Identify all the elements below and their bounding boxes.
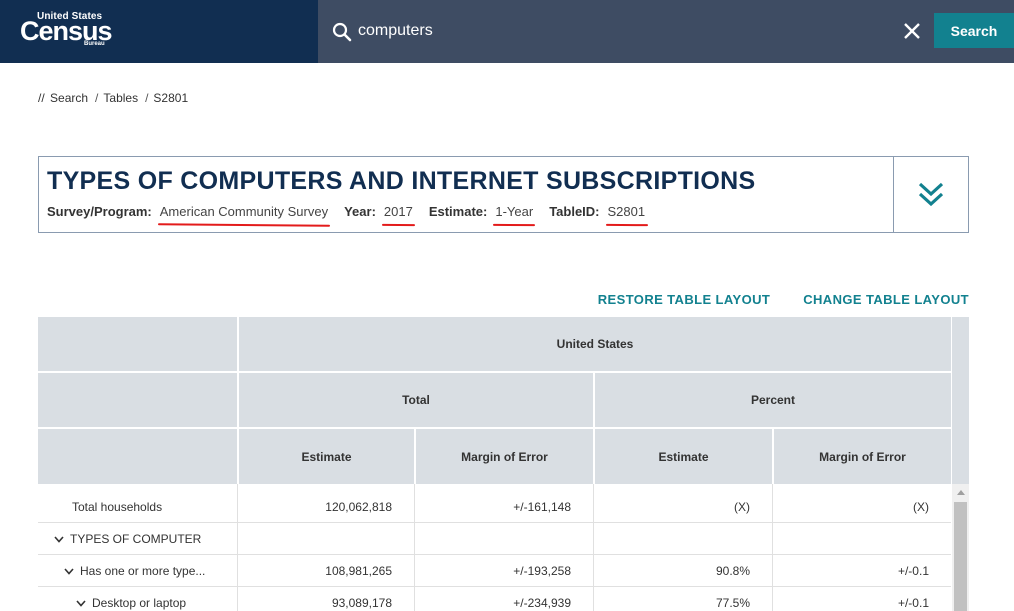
row-label-group[interactable]: Desktop or laptop — [76, 587, 186, 611]
year-label: Year: — [344, 204, 376, 219]
cell-percent-estimate: 77.5% — [715, 596, 750, 610]
breadcrumb-tables[interactable]: Tables — [103, 91, 138, 105]
change-table-layout-link[interactable]: CHANGE TABLE LAYOUT — [803, 292, 969, 307]
restore-table-layout-link[interactable]: RESTORE TABLE LAYOUT — [598, 292, 770, 307]
sub-header-total-moe[interactable]: Margin of Error — [416, 429, 593, 484]
sub-header-total-estimate[interactable]: Estimate — [239, 429, 414, 484]
cell-percent-estimate: 90.8% — [715, 564, 750, 578]
logo-bureau-text: Bureau — [84, 41, 105, 47]
cell-percent-moe: (X) — [913, 500, 929, 514]
row-label: TYPES OF COMPUTER — [70, 532, 202, 546]
table-scrollbar[interactable] — [952, 484, 969, 611]
geo-header-united-states[interactable]: United States — [239, 317, 951, 371]
double-chevron-down-icon — [918, 182, 944, 207]
survey-label: Survey/Program: — [47, 204, 152, 219]
scrollbar-thumb[interactable] — [954, 502, 967, 611]
search-input[interactable] — [358, 18, 878, 44]
estimate-label: Estimate: — [428, 204, 488, 219]
breadcrumb-table-id: S2801 — [153, 91, 189, 105]
cell-total-estimate: 108,981,265 — [325, 564, 392, 578]
table-row: TYPES OF COMPUTER — [38, 523, 951, 555]
table-metadata: Survey/Program: American Community Surve… — [47, 204, 661, 219]
row-label: Total households — [72, 500, 163, 514]
cell-percent-estimate: (X) — [734, 500, 750, 514]
cell-total-moe: +/-193,258 — [513, 564, 571, 578]
search-bar: Search — [318, 0, 1014, 63]
estimate-value: 1-Year — [495, 204, 534, 219]
tableid-value: S2801 — [607, 204, 646, 219]
survey-value: American Community Survey — [159, 204, 329, 219]
table-row: Total households 120,062,818 +/-161,148 … — [38, 491, 951, 523]
row-label-group[interactable]: Has one or more type... — [64, 555, 205, 587]
close-icon[interactable] — [902, 21, 922, 41]
breadcrumb-root: // — [38, 91, 45, 105]
chevron-down-icon[interactable] — [64, 567, 74, 575]
chevron-down-icon[interactable] — [54, 535, 64, 543]
row-label: Desktop or laptop — [92, 596, 187, 610]
breadcrumb-search[interactable]: Search — [50, 91, 88, 105]
cell-total-estimate: 120,062,818 — [325, 500, 392, 514]
cell-total-moe: +/-161,148 — [513, 500, 571, 514]
site-header: United States Census Bureau Search — [0, 0, 1014, 63]
cell-percent-moe: +/-0.1 — [897, 596, 929, 610]
table-title-card: TYPES OF COMPUTERS AND INTERNET SUBSCRIP… — [38, 156, 969, 233]
cell-total-estimate: 93,089,178 — [331, 596, 392, 610]
page-title: TYPES OF COMPUTERS AND INTERNET SUBSCRIP… — [47, 167, 756, 195]
group-header-percent[interactable]: Percent — [595, 373, 951, 427]
tableid-label: TableID: — [549, 204, 600, 219]
cell-percent-moe: +/-0.1 — [897, 564, 929, 578]
sub-header-percent-moe[interactable]: Margin of Error — [774, 429, 951, 484]
group-header-total[interactable]: Total — [239, 373, 593, 427]
cell-total-moe: +/-234,939 — [513, 596, 571, 610]
breadcrumb: // Search / Tables / S2801 — [38, 91, 189, 105]
year-value: 2017 — [383, 204, 413, 219]
data-table: United States Total Percent Estimate Mar… — [38, 317, 969, 611]
search-icon — [332, 22, 352, 42]
sub-header-percent-estimate[interactable]: Estimate — [595, 429, 772, 484]
scroll-up-arrow-icon[interactable] — [952, 484, 969, 500]
row-label: Has one or more type... — [80, 564, 206, 578]
search-button[interactable]: Search — [934, 13, 1014, 48]
table-row: Desktop or laptop 93,089,178 +/-234,939 … — [38, 587, 951, 611]
expand-details-button[interactable] — [893, 157, 968, 232]
table-row: Has one or more type... 108,981,265 +/-1… — [38, 555, 951, 587]
table-layout-links: RESTORE TABLE LAYOUT CHANGE TABLE LAYOUT — [598, 292, 969, 307]
chevron-down-icon[interactable] — [76, 599, 86, 607]
census-logo[interactable]: United States Census Bureau — [0, 0, 318, 63]
row-label-group[interactable]: TYPES OF COMPUTER — [54, 523, 201, 555]
